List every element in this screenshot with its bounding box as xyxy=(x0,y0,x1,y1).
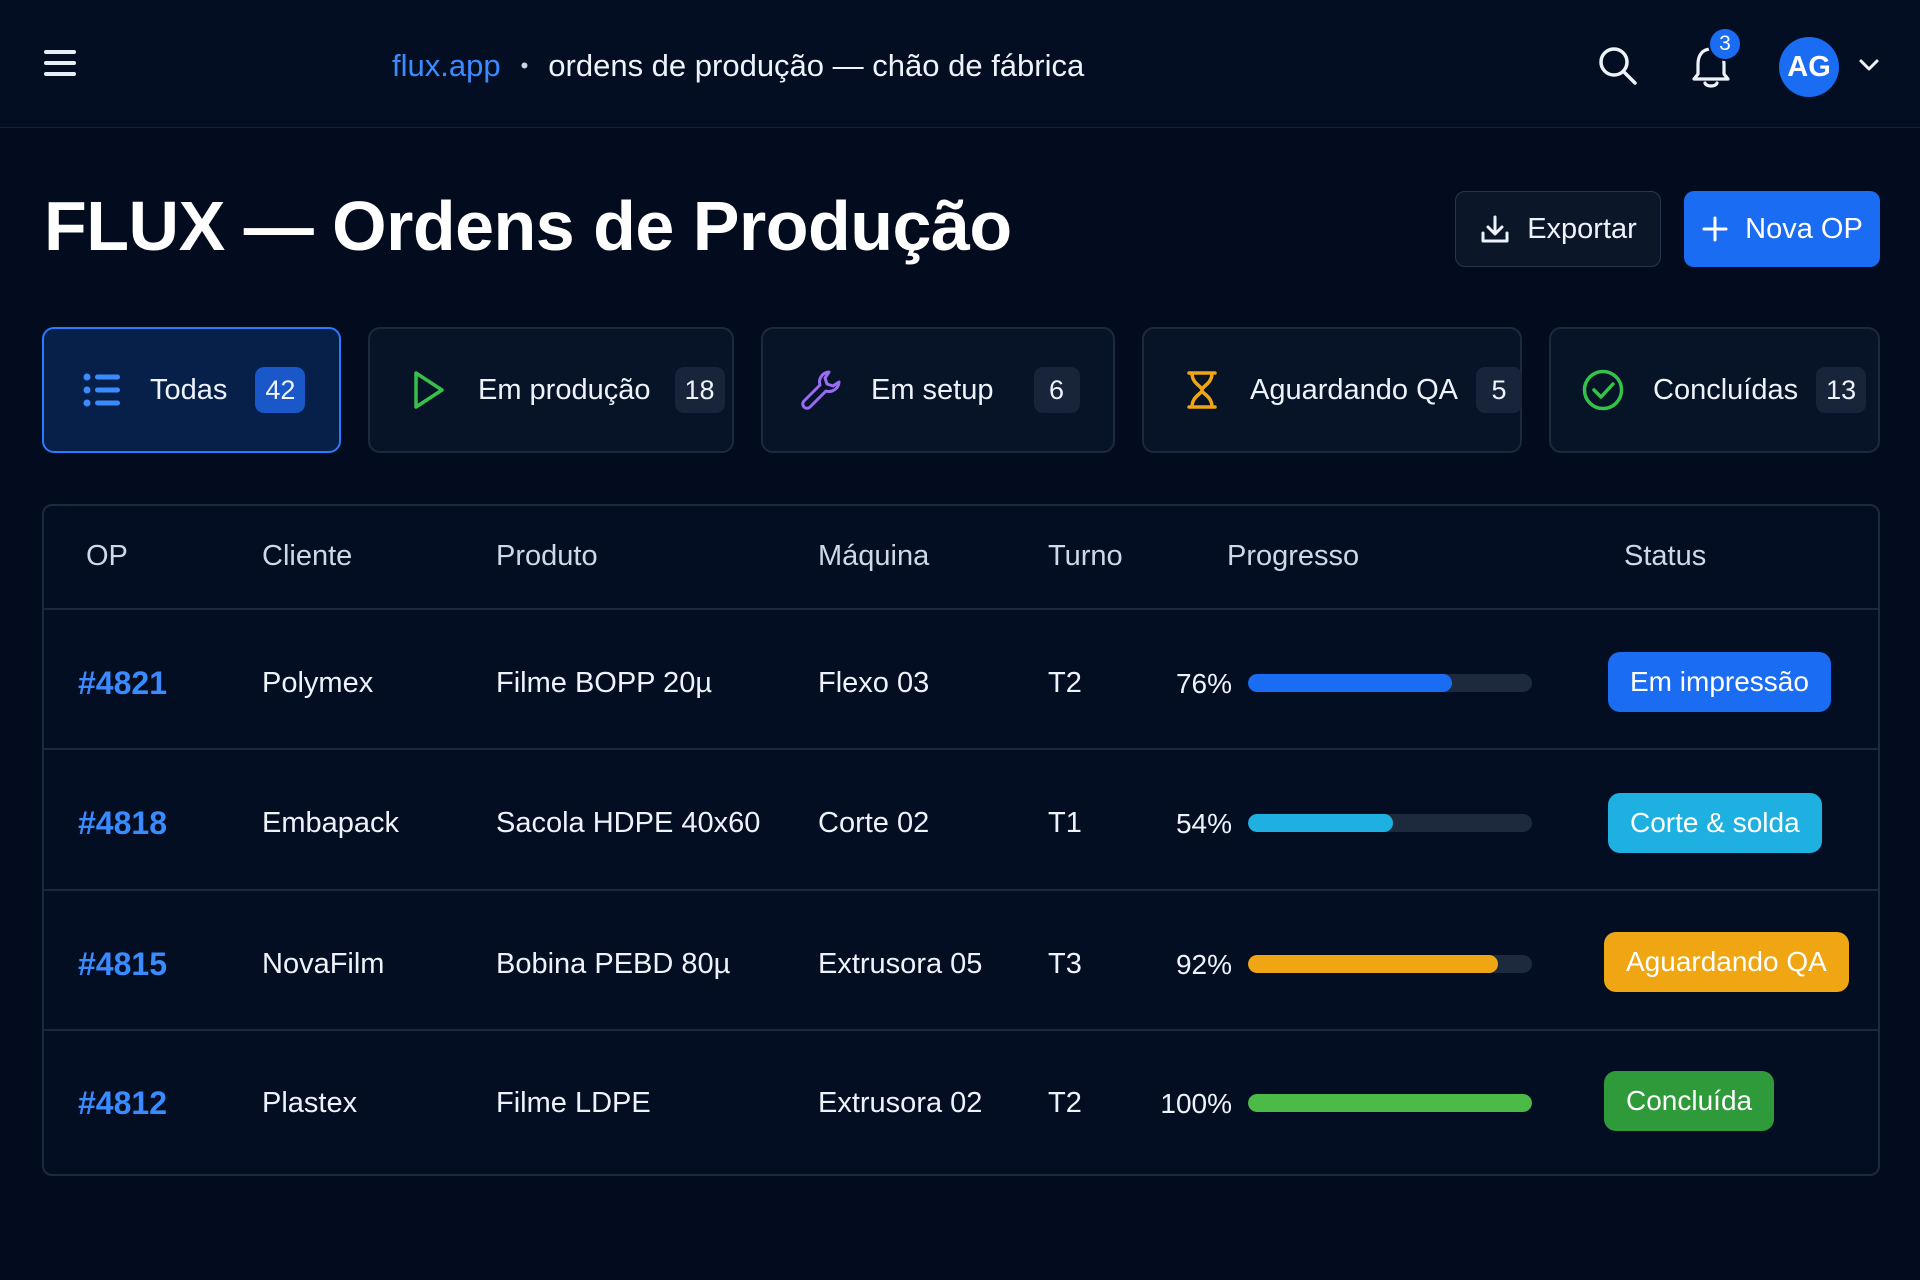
notification-badge: 3 xyxy=(1708,27,1742,61)
export-button[interactable]: Exportar xyxy=(1455,191,1661,267)
client-cell: Embapack xyxy=(262,807,400,839)
shift-cell: T2 xyxy=(1048,667,1082,699)
product-cell: Filme BOPP 20µ xyxy=(496,667,713,699)
tab-aguardando-qa-label: Aguardando QA xyxy=(1250,373,1458,406)
tab-concluidas-count: 13 xyxy=(1816,367,1867,413)
new-order-button[interactable]: Nova OP xyxy=(1684,191,1880,267)
client-cell: Plastex xyxy=(262,1087,358,1119)
progress-bar xyxy=(1248,814,1532,832)
shift-cell: T1 xyxy=(1048,807,1082,839)
row-divider xyxy=(44,1029,1878,1031)
user-avatar[interactable]: AG xyxy=(1779,37,1839,97)
tab-concluidas-label: Concluídas xyxy=(1653,373,1799,406)
progress-bar xyxy=(1248,1094,1532,1112)
progress-bar xyxy=(1248,955,1532,973)
tab-em-setup-count: 6 xyxy=(1033,367,1080,413)
export-button-label: Exportar xyxy=(1527,212,1637,245)
orders-table xyxy=(42,504,1880,1176)
order-id-link[interactable]: #4812 xyxy=(78,1085,167,1122)
tab-em-setup-label: Em setup xyxy=(871,373,994,406)
product-cell: Sacola HDPE 40x60 xyxy=(496,807,761,839)
machine-cell: Extrusora 05 xyxy=(818,948,983,980)
tab-todas[interactable]: Todas 42 xyxy=(42,327,341,453)
progress-bar-fill xyxy=(1248,1094,1532,1112)
tab-todas-count: 42 xyxy=(255,367,306,413)
column-header-cliente[interactable]: Cliente xyxy=(262,540,352,573)
tab-aguardando-qa-count: 5 xyxy=(1475,367,1522,413)
status-badge: Aguardando QA xyxy=(1604,932,1849,992)
progress-bar-fill xyxy=(1248,814,1393,832)
progress-percent: 100% xyxy=(1160,1088,1232,1119)
tab-em-setup[interactable]: Em setup 6 xyxy=(761,327,1115,453)
play-icon xyxy=(414,371,444,409)
breadcrumb: flux.app • ordens de produção — chão de … xyxy=(392,46,1084,86)
tab-em-producao-count: 18 xyxy=(674,367,725,413)
hourglass-icon xyxy=(1187,371,1217,409)
download-icon xyxy=(1481,215,1509,243)
machine-cell: Extrusora 02 xyxy=(818,1087,983,1119)
progress-percent: 92% xyxy=(1175,949,1232,980)
machine-cell: Flexo 03 xyxy=(818,667,930,699)
list-icon xyxy=(83,373,120,407)
shift-cell: T2 xyxy=(1048,1087,1082,1119)
product-cell: Filme LDPE xyxy=(496,1087,651,1119)
tab-todas-label: Todas xyxy=(150,373,228,406)
row-divider xyxy=(44,748,1878,750)
breadcrumb-app-link[interactable]: flux.app xyxy=(392,48,501,84)
wrench-icon xyxy=(801,370,841,410)
tab-aguardando-qa[interactable]: Aguardando QA 5 xyxy=(1142,327,1522,453)
new-order-button-label: Nova OP xyxy=(1745,212,1863,245)
order-id-link[interactable]: #4815 xyxy=(78,946,167,983)
client-cell: NovaFilm xyxy=(262,948,385,980)
tab-concluidas[interactable]: Concluídas 13 xyxy=(1549,327,1880,453)
progress-percent: 76% xyxy=(1175,668,1232,699)
progress-percent: 54% xyxy=(1175,808,1232,839)
hamburger-menu-icon[interactable] xyxy=(42,46,82,80)
breadcrumb-current-page: ordens de produção — chão de fábrica xyxy=(548,48,1085,83)
column-header-produto[interactable]: Produto xyxy=(496,540,598,573)
row-divider xyxy=(44,889,1878,891)
row-divider xyxy=(44,608,1878,610)
status-badge: Em impressão xyxy=(1608,652,1831,712)
machine-cell: Corte 02 xyxy=(818,807,930,839)
column-header-op[interactable]: OP xyxy=(86,540,128,573)
progress-bar-fill xyxy=(1248,955,1498,973)
progress-bar-fill xyxy=(1248,674,1453,692)
page-title: FLUX — Ordens de Produção xyxy=(44,187,1012,265)
top-bar: flux.app • ordens de produção — chão de … xyxy=(0,0,1920,128)
progress-bar xyxy=(1248,674,1532,692)
product-cell: Bobina PEBD 80µ xyxy=(496,948,731,980)
column-header-status[interactable]: Status xyxy=(1624,540,1706,573)
column-header-turno[interactable]: Turno xyxy=(1048,540,1123,573)
shift-cell: T3 xyxy=(1048,948,1082,980)
tab-em-producao[interactable]: Em produção 18 xyxy=(368,327,734,453)
breadcrumb-separator: • xyxy=(520,53,529,78)
order-id-link[interactable]: #4821 xyxy=(78,665,167,702)
client-cell: Polymex xyxy=(262,667,374,699)
chevron-down-icon[interactable] xyxy=(1857,55,1881,75)
plus-icon xyxy=(1702,216,1728,242)
tab-em-producao-label: Em produção xyxy=(478,373,651,406)
column-header-progresso[interactable]: Progresso xyxy=(1227,540,1359,573)
order-id-link[interactable]: #4818 xyxy=(78,805,167,842)
search-icon[interactable] xyxy=(1596,44,1638,86)
check-circle-icon xyxy=(1582,369,1624,411)
column-header-maquina[interactable]: Máquina xyxy=(818,540,929,573)
status-badge: Concluída xyxy=(1604,1071,1775,1131)
status-badge: Corte & solda xyxy=(1608,793,1822,853)
